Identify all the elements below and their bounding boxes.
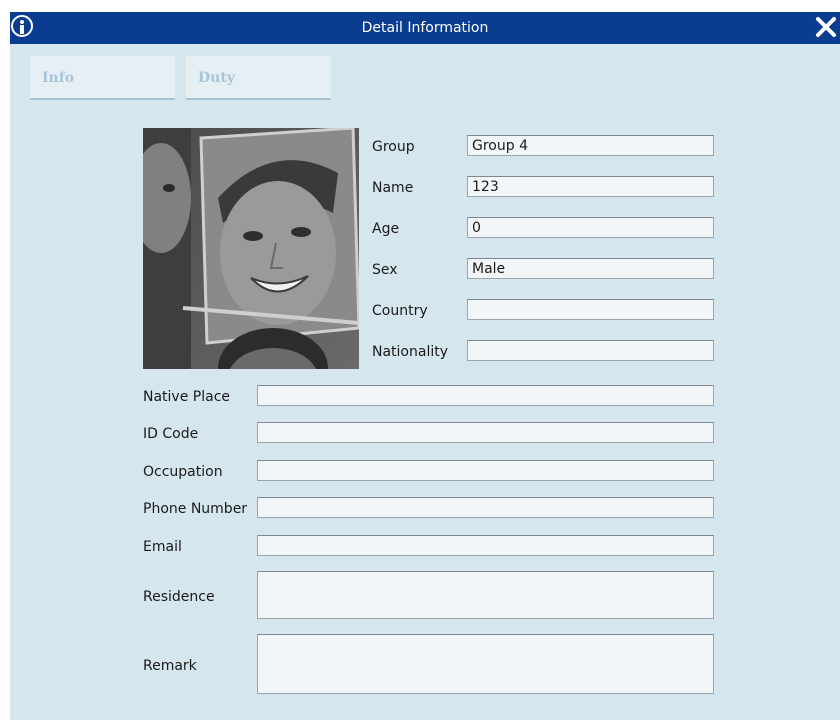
- window-title: Detail Information: [361, 20, 489, 36]
- residence-label: Residence: [143, 589, 215, 605]
- phone-number-label: Phone Number: [143, 501, 248, 517]
- sex-field[interactable]: [467, 258, 714, 279]
- occupation-label: Occupation: [143, 464, 223, 480]
- group-label: Group: [372, 139, 415, 155]
- country-label: Country: [372, 303, 428, 319]
- remark-label: Remark: [143, 658, 197, 674]
- id-code-label: ID Code: [143, 426, 199, 442]
- tab-duty[interactable]: Duty: [186, 56, 331, 100]
- tab-info[interactable]: Info: [30, 56, 175, 100]
- phone-number-field[interactable]: [257, 497, 714, 518]
- nationality-label: Nationality: [372, 344, 449, 360]
- group-field[interactable]: [467, 135, 714, 156]
- detail-information-window: Detail Information Info Duty Group Group…: [10, 12, 840, 720]
- remark-field[interactable]: [257, 634, 714, 694]
- native-place-label: Native Place: [143, 389, 231, 405]
- age-label: Age: [372, 221, 400, 237]
- nationality-field[interactable]: [467, 340, 714, 361]
- name-label: Name: [372, 180, 414, 196]
- email-field[interactable]: [257, 535, 714, 556]
- close-icon[interactable]: [814, 15, 838, 39]
- name-field[interactable]: [467, 176, 714, 197]
- email-label: Email: [143, 539, 182, 555]
- native-place-field[interactable]: [257, 385, 714, 406]
- occupation-field[interactable]: [257, 460, 714, 481]
- person-photo: [143, 128, 359, 369]
- title-bar: Detail Information: [10, 12, 840, 44]
- country-field[interactable]: [467, 299, 714, 320]
- age-field[interactable]: [467, 217, 714, 238]
- id-code-field[interactable]: [257, 422, 714, 443]
- sex-label: Sex: [372, 262, 398, 278]
- residence-field[interactable]: [257, 571, 714, 619]
